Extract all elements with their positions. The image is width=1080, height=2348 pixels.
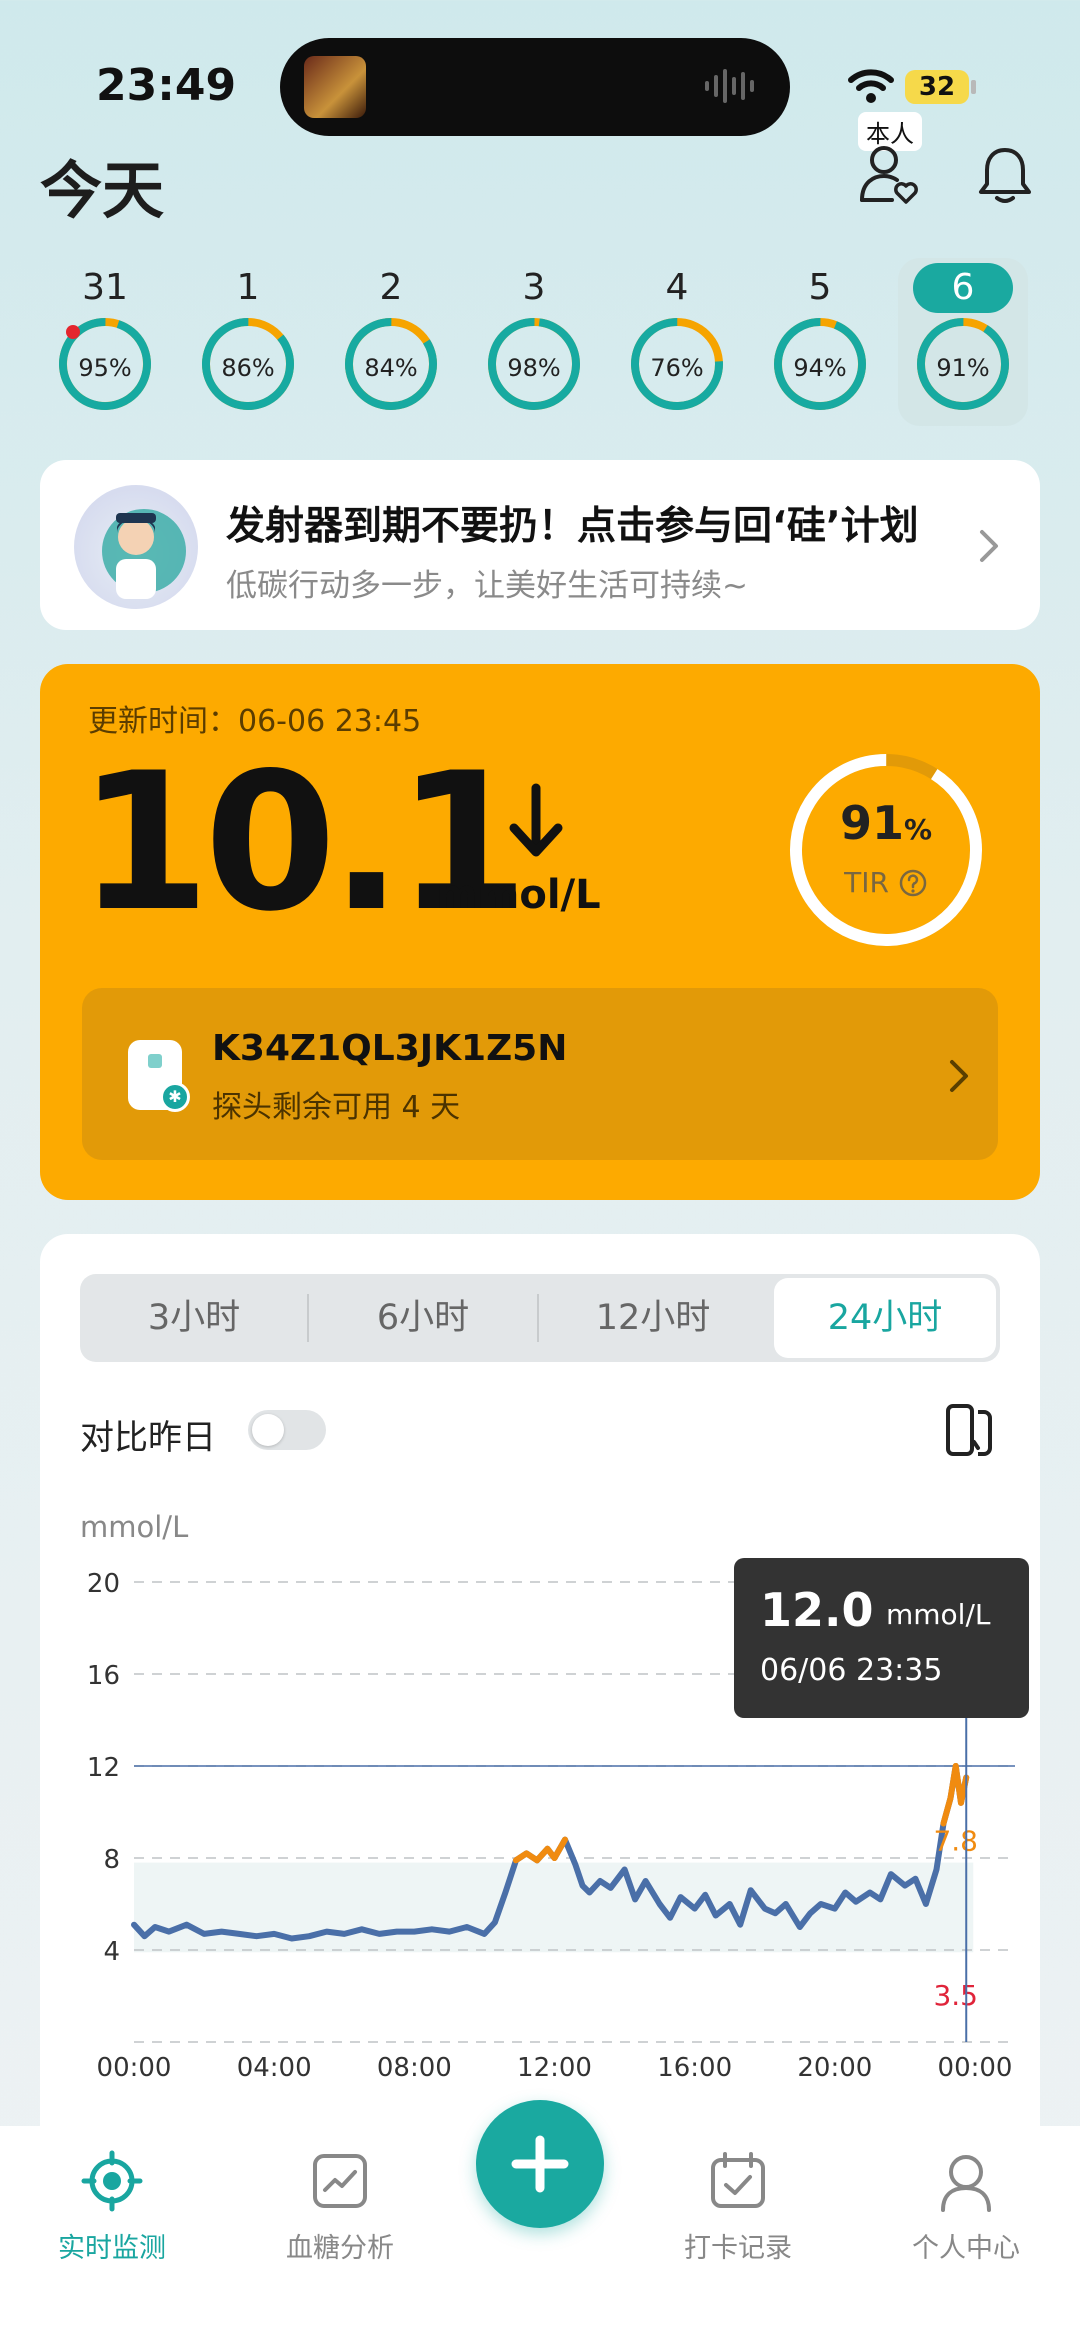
battery-tip: [971, 80, 976, 94]
x-tick-label: 04:00: [237, 2053, 312, 2080]
compare-yesterday-toggle[interactable]: [248, 1410, 326, 1450]
day-item[interactable]: 3 98%: [469, 258, 599, 426]
tab-divider: [537, 1294, 539, 1342]
y-tick-label: 20: [87, 1569, 120, 1599]
chevron-right-icon: [980, 530, 998, 562]
y-axis-unit: mmol/L: [80, 1510, 189, 1544]
day-item[interactable]: 2 84%: [326, 258, 456, 426]
chevron-right-icon: [950, 1060, 968, 1092]
chart-analysis-icon: [313, 2154, 367, 2208]
day-percent: 84%: [364, 354, 418, 382]
nav-realtime[interactable]: 实时监测: [12, 2150, 212, 2265]
high-segment: [551, 1836, 569, 1861]
tab-24h[interactable]: 24小时: [774, 1278, 996, 1358]
x-tick-label: 00:00: [97, 2053, 172, 2080]
tir-progress: [790, 754, 982, 946]
plus-icon: [511, 2135, 569, 2193]
alert-dot: [66, 325, 80, 339]
tooltip-time: 06/06 23:35: [760, 1653, 942, 1688]
battery-indicator: 32: [905, 70, 969, 104]
x-tick-label: 12:00: [517, 2053, 592, 2080]
target-low-label: 3.5: [933, 1979, 978, 2012]
day-item-selected[interactable]: 6 91%: [898, 258, 1028, 426]
add-record-button[interactable]: [476, 2100, 604, 2228]
tab-divider: [307, 1294, 309, 1342]
day-number: 1: [236, 267, 260, 308]
day-number: 2: [379, 267, 403, 308]
tab-6h[interactable]: 6小时: [312, 1278, 534, 1358]
sensor-row[interactable]: [82, 988, 998, 1160]
nav-label: 个人中心: [912, 2233, 1020, 2264]
x-tick-label: 08:00: [377, 2053, 452, 2080]
wifi-icon: [848, 69, 894, 103]
day-percent: 76%: [650, 354, 704, 382]
status-time: 23:49: [96, 60, 237, 111]
day-item[interactable]: 1 86%: [183, 258, 313, 426]
user-heart-icon[interactable]: [856, 142, 920, 206]
y-tick-label: 12: [87, 1753, 120, 1783]
date-strip: 31 95% 1 86% 2 84% 3 98% 4 76% 5 94% 6 9…: [40, 258, 1040, 426]
nav-profile[interactable]: 个人中心: [866, 2150, 1066, 2265]
day-number: 5: [808, 267, 832, 308]
compare-yesterday-label: 对比昨日: [80, 1418, 216, 1458]
tab-12h[interactable]: 12小时: [542, 1278, 764, 1358]
glucose-trend-chart[interactable]: 4 8 12 16 20 00:00 04:00 08:00 12:00 16:00 20:00 00…: [40, 1540, 1040, 2080]
day-item[interactable]: 31 95%: [40, 258, 170, 426]
day-item[interactable]: 4 76%: [612, 258, 742, 426]
day-percent: 94%: [793, 354, 847, 382]
nav-analysis[interactable]: 血糖分析: [240, 2150, 440, 2265]
y-tick-label: 16: [87, 1661, 120, 1691]
day-number: 4: [665, 267, 689, 308]
landscape-rotate-icon[interactable]: [944, 1402, 996, 1458]
target-high-label: 7.8: [933, 1825, 978, 1858]
sensor-remaining: 探头剩余可用 4 天: [212, 1090, 461, 1125]
tooltip-bg: [734, 1558, 1029, 1718]
now-playing-artwork[interactable]: [304, 56, 366, 118]
day-percent: 91%: [936, 354, 990, 382]
tooltip: 12.0 mmol/L 06/06 23:35: [734, 1558, 1029, 1718]
nav-label: 血糖分析: [286, 2233, 394, 2264]
high-segment: [940, 1795, 954, 1827]
tir-ring[interactable]: [786, 750, 986, 950]
tir-value: 91%: [839, 796, 933, 850]
doctor-avatar: [74, 485, 198, 609]
banner-subtitle: 低碳行动多一步，让美好生活可持续~: [226, 568, 748, 604]
audio-waveform-icon: [705, 66, 754, 106]
x-tick-label: 00:00: [938, 2053, 1013, 2080]
day-percent: 86%: [221, 354, 275, 382]
day-number: 31: [82, 267, 128, 308]
target-icon: [81, 2150, 143, 2212]
nav-label: 打卡记录: [684, 2233, 792, 2264]
tooltip-value: 12.0: [760, 1583, 874, 1637]
person-icon: [941, 2155, 991, 2212]
calendar-check-icon: [711, 2152, 765, 2208]
day-number: 3: [522, 267, 546, 308]
x-tick-label: 16:00: [657, 2053, 732, 2080]
glucose-unit: mmol/L: [436, 872, 601, 918]
day-percent: 98%: [507, 354, 561, 382]
arrow-down-icon: [509, 783, 563, 857]
day-number: 6: [898, 262, 1028, 314]
day-percent: 95%: [78, 354, 132, 382]
nav-checkin[interactable]: 打卡记录: [638, 2150, 838, 2265]
sensor-id: K34Z1QL3JK1Z5N: [212, 1028, 568, 1069]
help-icon[interactable]: [898, 868, 928, 898]
tir-label[interactable]: TIR: [786, 866, 986, 899]
nav-label: 实时监测: [58, 2233, 166, 2264]
tooltip-unit: mmol/L: [886, 1598, 991, 1631]
banner-title: 发射器到期不要扔！点击参与回‘硅’计划: [226, 504, 919, 549]
page-title: 今天: [40, 154, 165, 227]
y-tick-label: 8: [103, 1845, 120, 1875]
x-tick-label: 20:00: [797, 2053, 872, 2080]
bluetooth-icon: ✱: [160, 1082, 190, 1112]
target-range-band: [134, 1862, 974, 1953]
bell-icon[interactable]: [976, 144, 1034, 206]
day-item[interactable]: 5 94%: [755, 258, 885, 426]
y-tick-label: 4: [103, 1937, 120, 1967]
tab-3h[interactable]: 3小时: [84, 1278, 304, 1358]
